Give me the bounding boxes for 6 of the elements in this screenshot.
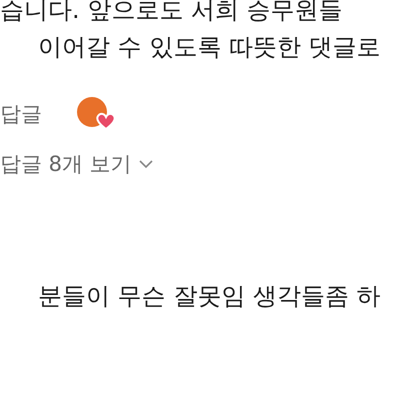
comment-text: 습니다. 앞으로도 서희 승무원들 [0,0,344,26]
chevron-down-icon [138,159,154,169]
reply-button[interactable]: 답글 [0,100,42,128]
comment-text: 분들이 무슨 잘못임 생각들좀 하 [38,281,382,312]
view-replies-button[interactable]: 답글 8개 보기 [0,150,154,178]
comment-text: 이어갈 수 있도록 따뜻한 댓글로 [37,32,382,63]
